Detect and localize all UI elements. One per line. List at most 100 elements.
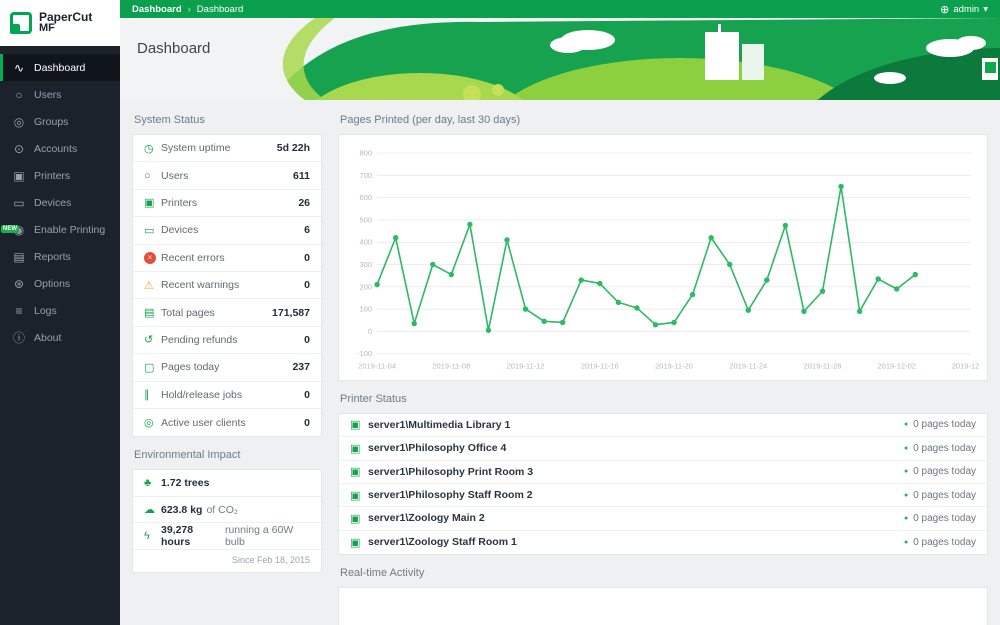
sidebar: PaperCut MF ∿ Dashboard ○ Users ◎ Groups ⊙ Acco…: [0, 0, 120, 625]
logs-icon: ≡: [15, 303, 23, 318]
status-value: 0: [304, 251, 310, 264]
left-column: System Status ◷ System uptime 5d 22h ○ Users…: [132, 102, 322, 625]
svg-text:2019-11-12: 2019-11-12: [507, 362, 545, 371]
sidebar-item-label: Logs: [34, 304, 57, 317]
sidebar-item-devices[interactable]: ▭ Devices: [0, 189, 120, 216]
pages-printed-heading: Pages Printed (per day, last 30 days): [340, 114, 521, 126]
status-dot-icon: ●: [903, 538, 909, 546]
environment-row: ♣ 1.72 trees: [133, 470, 321, 497]
status-value: 0: [304, 388, 310, 401]
breadcrumb-item[interactable]: Dashboard: [197, 4, 243, 15]
sidebar-item-groups[interactable]: ◎ Groups: [0, 108, 120, 135]
sidebar-item-dashboard[interactable]: ∿ Dashboard: [0, 54, 120, 81]
sidebar-item-users[interactable]: ○ Users: [0, 81, 120, 108]
reports-icon: ▤: [13, 249, 25, 264]
dashboard-icon: ∿: [13, 60, 25, 75]
sidebar-item-label: Options: [34, 277, 71, 290]
status-label: Total pages: [161, 306, 215, 319]
printer-link[interactable]: server1\Multimedia Library 1: [368, 419, 904, 431]
sidebar-item-label: Devices: [34, 196, 72, 209]
status-dot-icon: ●: [903, 514, 909, 522]
status-dot-icon: ●: [903, 468, 909, 476]
environment-row: ϟ 39,278 hours running a 60W bulb: [133, 523, 321, 550]
status-row: ∥ Hold/release jobs 0: [133, 382, 321, 409]
page-title: Dashboard: [137, 40, 211, 57]
status-row: ▣ Printers 26: [133, 190, 321, 218]
environmental-impact-heading: Environmental Impact: [134, 449, 241, 462]
sidebar-item-options[interactable]: ⊛ Options: [0, 270, 120, 297]
status-row: ○ Users 611: [133, 162, 321, 190]
tree-icon: ♣: [144, 477, 152, 490]
user-icon: ○: [144, 169, 151, 182]
status-label: Users: [161, 169, 189, 182]
warning-icon: ⚠: [144, 279, 154, 292]
svg-text:2019-12-02: 2019-12-02: [878, 362, 916, 371]
printer-link[interactable]: server1\Zoology Main 2: [368, 512, 904, 524]
printers-icon: ▣: [13, 168, 25, 183]
environment-unit: of CO₂: [206, 503, 238, 516]
sidebar-item-printers[interactable]: ▣ Printers: [0, 162, 120, 189]
environment-value: 623.8 kg: [161, 503, 203, 516]
status-value: 0: [304, 279, 310, 292]
printer-link[interactable]: server1\Philosophy Print Room 3: [368, 466, 904, 478]
status-label: Active user clients: [161, 416, 246, 429]
svg-text:2019-11-08: 2019-11-08: [432, 362, 470, 371]
breadcrumb-item[interactable]: Dashboard: [132, 4, 182, 15]
user-menu[interactable]: ⊕ admin ▾: [940, 3, 988, 16]
printer-status-card: ▣ server1\Multimedia Library 1 ● 0 pages to…: [338, 412, 988, 556]
status-value: 26: [298, 196, 310, 209]
pages-printed-chart: -100 0 100 200 300 400 500 600 700 800 2019-11-04 2…: [357, 149, 979, 371]
sidebar-item-label: Enable Printing: [34, 223, 106, 236]
printer-link[interactable]: server1\Philosophy Office 4: [368, 442, 904, 454]
svg-text:700: 700: [360, 171, 373, 180]
sidebar-item-label: About: [34, 331, 62, 344]
environment-unit: running a 60W bulb: [224, 524, 294, 549]
devices-icon: ▭: [13, 195, 25, 210]
sidebar-item-enable-printing[interactable]: NEW◉Enable Printing: [0, 216, 120, 243]
topbar: Dashboard › Dashboard ⊕ admin ▾: [120, 0, 1000, 18]
system-status-heading: System Status: [134, 114, 205, 126]
sidebar-item-label: Accounts: [34, 142, 78, 155]
printer-icon: ▣: [350, 419, 361, 432]
status-value: 237: [292, 361, 310, 374]
user-menu-label: admin: [953, 3, 980, 15]
status-row: × Recent errors 0: [133, 245, 321, 272]
new-badge: NEW: [1, 225, 19, 233]
status-row: ⚠ Recent warnings 0: [133, 272, 321, 300]
status-label: Pending refunds: [161, 333, 238, 346]
page-icon: ▢: [144, 361, 155, 374]
printer-link[interactable]: server1\Zoology Staff Room 1: [368, 536, 904, 548]
hold-icon: ∥: [144, 389, 150, 402]
client-icon: ◎: [144, 417, 154, 430]
svg-text:800: 800: [360, 149, 373, 158]
printer-pages-today: 0 pages today: [913, 536, 976, 548]
about-icon: ⓘ: [12, 331, 25, 345]
sidebar-item-about[interactable]: ⓘ About: [0, 324, 120, 351]
svg-text:2019-11-28: 2019-11-28: [804, 362, 842, 371]
printer-icon: ▣: [350, 489, 361, 502]
right-column: Pages Printed (per day, last 30 days) -1…: [338, 102, 988, 625]
caret-down-icon: ▾: [983, 3, 988, 15]
status-label: System uptime: [161, 142, 231, 155]
environment-value: 1.72 trees: [161, 477, 210, 490]
status-value: 171,587: [272, 306, 310, 319]
printer-row: ▣ server1\Zoology Staff Room 1 ● 0 pages to…: [339, 531, 987, 554]
sidebar-item-reports[interactable]: ▤ Reports: [0, 243, 120, 270]
svg-text:2019-11-24: 2019-11-24: [729, 362, 767, 371]
sidebar-item-label: Groups: [34, 115, 69, 128]
brand-sub: MF: [39, 22, 55, 34]
printer-link[interactable]: server1\Philosophy Staff Room 2: [368, 489, 904, 501]
device-icon: ▭: [144, 224, 155, 237]
header-banner: Dashboard: [120, 18, 1000, 100]
svg-text:-100: -100: [357, 349, 372, 358]
status-value: 0: [304, 416, 310, 429]
sidebar-item-accounts[interactable]: ⊙ Accounts: [0, 135, 120, 162]
status-row: ▭ Devices 6: [133, 217, 321, 245]
sidebar-item-logs[interactable]: ≡ Logs: [0, 297, 120, 324]
status-row: ◎ Active user clients 0: [133, 409, 321, 436]
printer-icon: ▣: [350, 442, 361, 455]
status-row: ▢ Pages today 237: [133, 354, 321, 382]
accounts-icon: ⊙: [13, 141, 25, 156]
printer-icon: ▣: [350, 536, 361, 549]
error-icon: ×: [144, 251, 156, 264]
